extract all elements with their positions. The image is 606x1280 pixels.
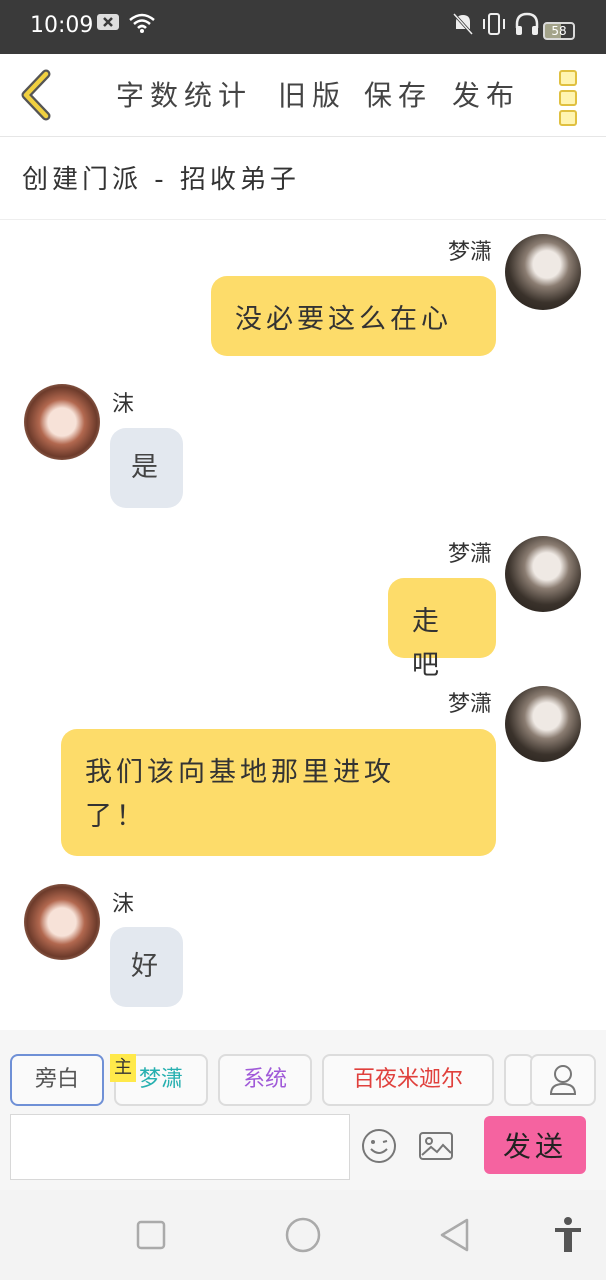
send-button[interactable]: 发送 [484, 1116, 586, 1174]
main-role-badge: 主 [110, 1054, 136, 1082]
image-icon[interactable] [418, 1128, 454, 1164]
message-bubble[interactable]: 走吧 [388, 578, 496, 681]
avatar[interactable] [24, 384, 100, 460]
role-narrator-button[interactable]: 旁白 [10, 1054, 104, 1106]
sender-name: 沫 [112, 392, 135, 417]
triangle-back-icon[interactable] [438, 1217, 470, 1257]
message-input[interactable] [10, 1114, 350, 1180]
role-manage-button[interactable] [530, 1054, 596, 1106]
sender-name: 梦潇 [447, 542, 492, 567]
status-bar: 10:09 58 [0, 0, 606, 54]
sender-name: 梦潇 [447, 240, 492, 265]
avatar[interactable] [505, 234, 581, 310]
avatar[interactable] [505, 536, 581, 612]
chevron-left-icon [21, 69, 51, 121]
save-button[interactable]: 保存 [364, 74, 432, 114]
bell-muted-icon [452, 12, 474, 41]
avatar[interactable] [24, 884, 100, 960]
editor-header: 字数统计 旧版 保存 发布 [0, 54, 606, 137]
role-system-button[interactable]: 系统 [218, 1054, 312, 1106]
vibrate-icon [480, 12, 508, 41]
publish-button[interactable]: 发布 [452, 74, 520, 114]
back-button[interactable] [16, 68, 56, 122]
battery-icon: 58 [543, 22, 575, 40]
accessibility-icon[interactable] [552, 1216, 584, 1258]
message-bubble[interactable]: 没必要这么在心 [211, 276, 496, 356]
sender-name: 沫 [112, 892, 135, 917]
status-time: 10:09 [30, 13, 94, 38]
sender-name: 梦潇 [447, 692, 492, 717]
square-recents-icon[interactable] [136, 1220, 166, 1254]
more-vertical-icon[interactable] [558, 70, 578, 126]
chapter-title[interactable]: 创建门派 - 招收弟子 [22, 159, 300, 196]
person-icon [549, 1065, 577, 1095]
message-bubble[interactable]: 我们该向基地那里进攻了！ [61, 729, 496, 856]
message-bubble[interactable]: 是 [110, 428, 183, 508]
smiley-icon[interactable] [361, 1128, 397, 1164]
close-box-icon [96, 12, 120, 37]
wifi-icon [128, 12, 156, 39]
avatar[interactable] [505, 686, 581, 762]
headphones-icon [514, 12, 540, 41]
old-version-button[interactable]: 旧版 [278, 74, 346, 114]
role-mikael-button[interactable]: 百夜米迦尔 [322, 1054, 494, 1106]
message-bubble[interactable]: 好 [110, 927, 183, 1007]
word-count-button[interactable]: 字数统计 [116, 74, 252, 114]
circle-home-icon[interactable] [285, 1217, 321, 1257]
chapter-title-bar: 创建门派 - 招收弟子 [0, 137, 606, 220]
